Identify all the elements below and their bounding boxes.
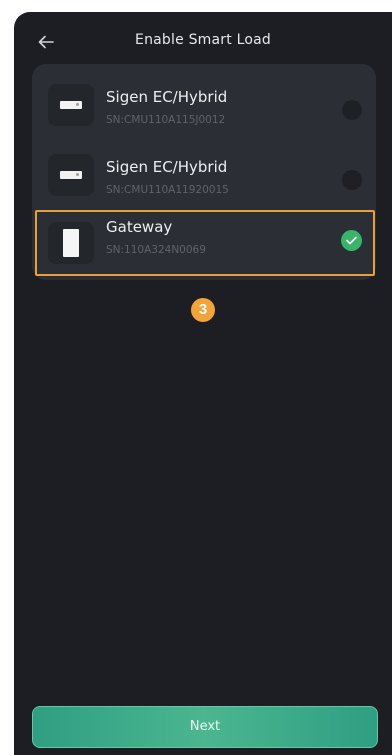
next-button[interactable]: Next — [32, 706, 378, 748]
selected-check[interactable] — [341, 230, 362, 251]
checkmark-icon — [346, 236, 357, 245]
device-serial: SN:110A324N0069 — [106, 244, 206, 256]
inverter-device-icon — [60, 101, 82, 109]
device-item-ec-hybrid-1[interactable]: Sigen EC/Hybrid SN:CMU110A115J0012 — [32, 70, 376, 138]
device-item-gateway[interactable]: Gateway SN:110A324N0069 — [32, 208, 376, 276]
device-name: Sigen EC/Hybrid — [106, 88, 228, 106]
app-screen: Enable Smart Load Sigen EC/Hybrid SN:CMU… — [14, 12, 392, 755]
device-name: Gateway — [106, 218, 173, 236]
step-badge: 3 — [191, 298, 215, 322]
device-item-ec-hybrid-2[interactable]: Sigen EC/Hybrid SN:CMU110A11920015 — [32, 140, 376, 208]
gateway-device-icon — [63, 229, 79, 257]
device-serial: SN:CMU110A11920015 — [106, 184, 229, 196]
device-thumbnail — [48, 84, 94, 126]
device-list: Sigen EC/Hybrid SN:CMU110A115J0012 Sigen… — [32, 64, 376, 280]
device-name: Sigen EC/Hybrid — [106, 158, 228, 176]
header-bar: Enable Smart Load — [14, 26, 392, 58]
page-title: Enable Smart Load — [135, 32, 271, 48]
device-thumbnail — [48, 222, 94, 264]
device-thumbnail — [48, 154, 94, 196]
unselected-radio[interactable] — [342, 170, 362, 190]
device-serial: SN:CMU110A115J0012 — [106, 114, 226, 126]
unselected-radio[interactable] — [342, 100, 362, 120]
inverter-device-icon — [60, 171, 82, 179]
